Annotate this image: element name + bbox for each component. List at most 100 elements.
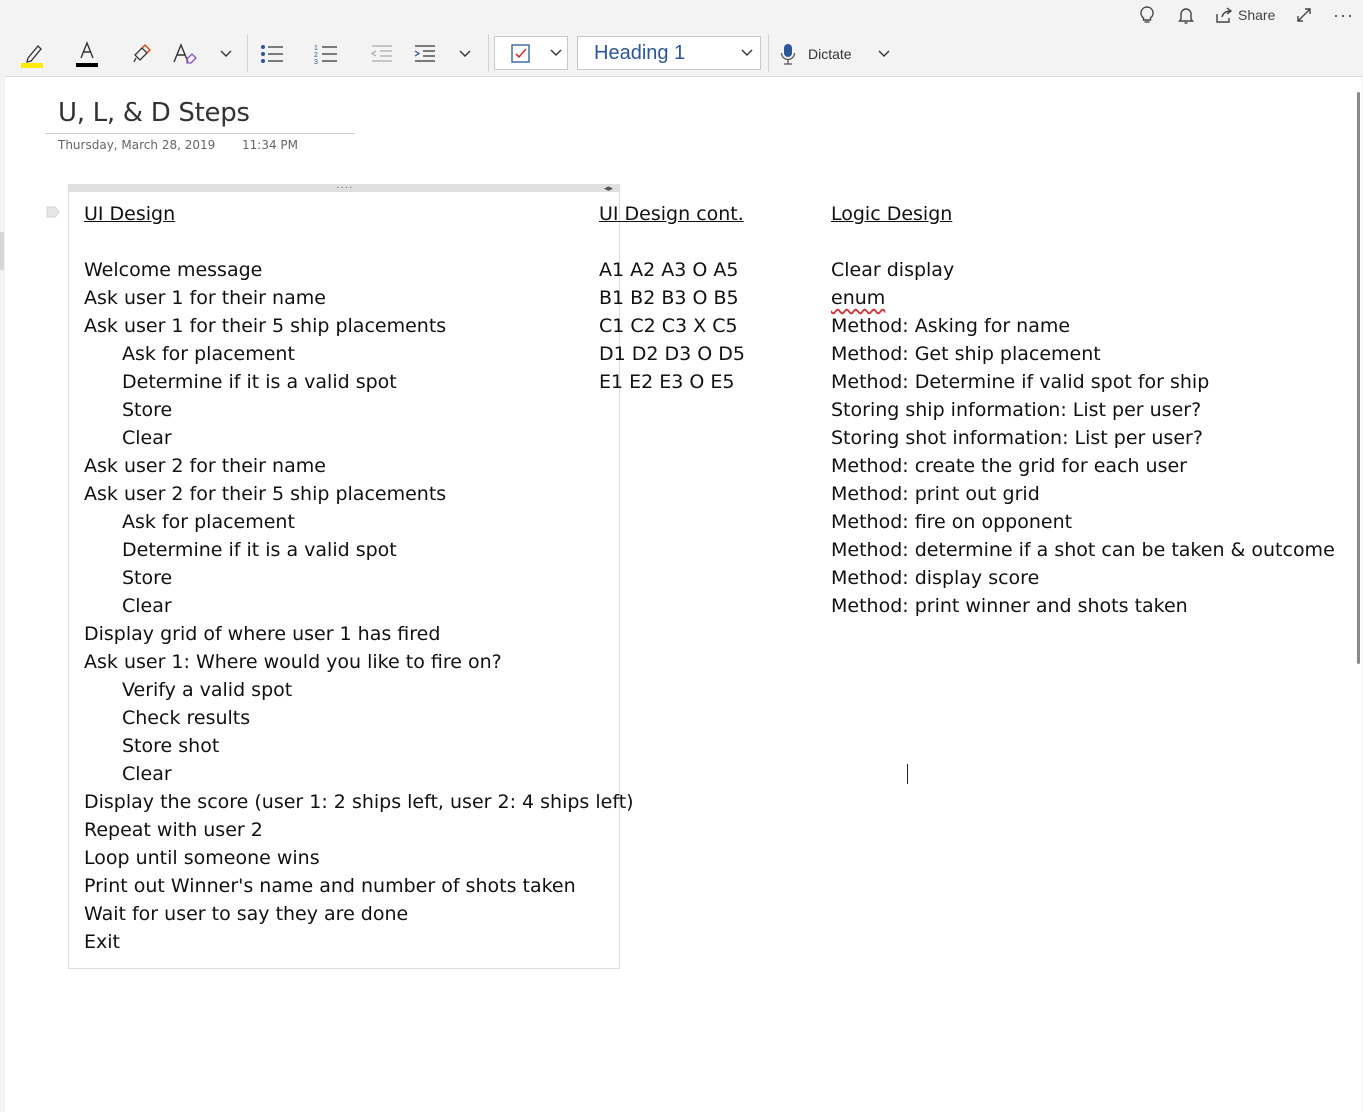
ui-design-list: Welcome message Ask user 1 for their name… xyxy=(84,256,634,956)
bullets-icon xyxy=(261,45,283,63)
ui-design-line: Wait for user to say they are done xyxy=(84,903,409,925)
ui-design-line: Ask user 2 for their 5 ship placements xyxy=(84,483,447,505)
ui-design-line: Ask user 1: Where would you like to fire… xyxy=(84,651,502,673)
board-grid-row: B1 B2 B3 O B5 xyxy=(599,287,739,309)
dictate-label: Dictate xyxy=(808,46,852,62)
vertical-scrollbar[interactable] xyxy=(1357,92,1360,664)
ui-design-line: Clear xyxy=(122,763,172,785)
logic-design-line: Storing shot information: List per user? xyxy=(831,427,1203,449)
font-more-chevron-icon[interactable] xyxy=(218,40,234,68)
paragraph-handle-icon[interactable] xyxy=(46,206,60,218)
title-underline xyxy=(45,133,355,134)
ui-design-line: Print out Winner's name and number of sh… xyxy=(84,875,576,897)
ui-design-line: Ask user 1 for their name xyxy=(84,287,326,309)
share-icon xyxy=(1216,7,1233,23)
todo-tag-button[interactable] xyxy=(494,36,568,70)
logic-design-line: Method: create the grid for each user xyxy=(831,455,1187,477)
ui-design-line: Verify a valid spot xyxy=(122,679,293,701)
style-dropdown[interactable]: Heading 1 xyxy=(577,36,761,70)
svg-text:2: 2 xyxy=(314,52,318,59)
page-date: Thursday, March 28, 2019 xyxy=(58,138,216,152)
numbering-icon: 1 2 3 xyxy=(314,45,337,66)
format-painter-icon xyxy=(133,44,151,63)
svg-text:1: 1 xyxy=(314,45,318,52)
highlighter-button[interactable] xyxy=(20,40,46,68)
chevron-down-icon xyxy=(550,49,562,56)
more-options-icon[interactable]: ··· xyxy=(1333,4,1354,26)
page-edge-marker xyxy=(0,232,4,270)
ui-design-line: Store xyxy=(122,567,173,589)
paragraph-more-chevron-icon[interactable] xyxy=(457,40,473,68)
ui-design-line: Welcome message xyxy=(84,259,263,281)
logic-design-line: Method: Get ship placement xyxy=(831,343,1101,365)
bullets-button[interactable] xyxy=(259,40,285,68)
logic-design-line: Method: display score xyxy=(831,567,1040,589)
board-grid-row: E1 E2 E3 O E5 xyxy=(599,371,735,393)
logic-design-line: Method: print winner and shots taken xyxy=(831,595,1188,617)
style-value: Heading 1 xyxy=(594,41,686,64)
text-cursor xyxy=(907,764,908,784)
logic-design-line: Method: determine if a shot can be taken… xyxy=(831,539,1335,561)
ui-design-heading: UI Design xyxy=(84,203,176,225)
ui-design-line: Exit xyxy=(84,931,120,953)
dictate-chevron-icon[interactable] xyxy=(876,40,892,68)
logic-design-line: Method: Determine if valid spot for ship xyxy=(831,371,1210,393)
ui-design-cont-heading: UI Design cont. xyxy=(599,203,744,225)
page-time: 11:34 PM xyxy=(242,138,298,152)
checkbox-icon xyxy=(511,44,530,63)
logic-design-line: Method: Asking for name xyxy=(831,315,1071,337)
ui-design-line: Ask user 2 for their name xyxy=(84,455,326,477)
logic-design-heading: Logic Design xyxy=(831,203,953,225)
share-label: Share xyxy=(1238,7,1276,23)
svg-text:3: 3 xyxy=(314,59,318,66)
lightbulb-icon[interactable] xyxy=(1138,4,1156,26)
logic-design-line: Method: fire on opponent xyxy=(831,511,1073,533)
clear-formatting-button[interactable] xyxy=(171,40,199,68)
board-grid-row: A1 A2 A3 O A5 xyxy=(599,259,739,281)
highlighter-icon xyxy=(21,45,43,68)
increase-indent-icon xyxy=(414,45,435,62)
logic-design-column[interactable]: Logic Design Clear display enum Method: As… xyxy=(831,200,1335,620)
chevron-down-icon xyxy=(741,49,753,56)
board-grid-row: C1 C2 C3 X C5 xyxy=(599,315,738,337)
ui-design-line: Determine if it is a valid spot xyxy=(122,371,397,393)
ui-design-line: Repeat with user 2 xyxy=(84,819,263,841)
ui-design-line: Loop until someone wins xyxy=(84,847,320,869)
clear-formatting-icon xyxy=(173,43,197,64)
ui-design-line: Check results xyxy=(122,707,251,729)
decrease-indent-icon xyxy=(370,45,392,62)
toolbar-divider xyxy=(768,34,769,72)
expand-icon[interactable] xyxy=(1295,4,1313,26)
logic-design-list: Clear display enum Method: Asking for name… xyxy=(831,256,1335,620)
toolbar-divider xyxy=(488,34,489,72)
toolbar-divider xyxy=(247,34,248,72)
ui-design-cont-column[interactable]: UI Design cont. A1 A2 A3 O A5 B1 B2 B3 O … xyxy=(599,200,745,396)
logic-design-line: Storing ship information: List per user? xyxy=(831,399,1202,421)
ui-design-line: Ask user 1 for their 5 ship placements xyxy=(84,315,447,337)
title-bar: Share ··· xyxy=(0,0,1363,30)
ui-design-line: Ask for placement xyxy=(122,343,295,365)
font-color-button[interactable] xyxy=(74,40,100,68)
increase-indent-button[interactable] xyxy=(411,40,437,68)
ui-design-line: Display grid of where user 1 has fired xyxy=(84,623,441,645)
ui-design-column[interactable]: UI Design Welcome message Ask user 1 for … xyxy=(84,200,634,956)
ui-design-line: Clear xyxy=(122,595,172,617)
logic-design-line: Clear display xyxy=(831,259,955,281)
font-color-icon xyxy=(76,41,98,67)
bell-icon[interactable] xyxy=(1177,4,1195,26)
ui-design-line: Determine if it is a valid spot xyxy=(122,539,397,561)
ui-design-line: Clear xyxy=(122,427,172,449)
board-grid-list: A1 A2 A3 O A5 B1 B2 B3 O B5 C1 C2 C3 X C5 D… xyxy=(599,256,745,396)
numbering-button[interactable]: 1 2 3 xyxy=(313,40,339,68)
microphone-icon xyxy=(780,44,796,65)
format-painter-button[interactable] xyxy=(130,40,154,68)
page-title[interactable]: U, L, & D Steps xyxy=(58,98,250,128)
ui-design-line: Store xyxy=(122,399,173,421)
dictate-button[interactable]: Dictate xyxy=(780,40,852,68)
board-grid-row: D1 D2 D3 O D5 xyxy=(599,343,745,365)
share-button[interactable]: Share xyxy=(1214,4,1275,26)
decrease-indent-button[interactable] xyxy=(368,40,394,68)
